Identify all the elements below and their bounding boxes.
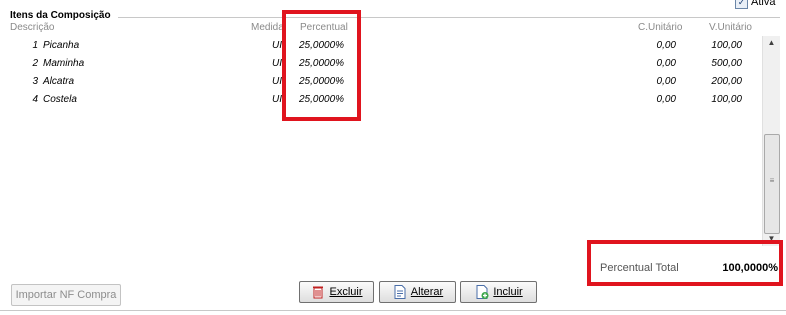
- row-c-unitario: 0,00: [656, 94, 676, 105]
- row-number: 1: [32, 40, 38, 51]
- row-number: 4: [32, 94, 38, 105]
- col-header-descricao[interactable]: Descrição: [10, 22, 54, 33]
- row-v-unitario: 200,00: [711, 76, 742, 87]
- row-descricao: Alcatra: [43, 76, 75, 87]
- importar-label: Importar NF Compra: [15, 289, 117, 301]
- row-c-unitario: 0,00: [656, 58, 676, 69]
- ativa-label: Ativa: [751, 0, 776, 8]
- alterar-button[interactable]: Alterar: [379, 281, 456, 303]
- document-edit-icon: [394, 285, 406, 299]
- row-descricao: Costela: [43, 94, 77, 105]
- composition-panel: Itens da Composição ✓ Ativa Descrição Me…: [0, 0, 786, 311]
- percentual-highlight-box: [282, 10, 361, 121]
- scrollbar-thumb[interactable]: ≡: [764, 134, 780, 234]
- percentual-total-value: 100,0000%: [722, 262, 778, 274]
- percentual-total-label: Percentual Total: [600, 262, 679, 274]
- row-descricao: Maminha: [43, 58, 85, 69]
- group-title: Itens da Composição: [10, 10, 115, 21]
- excluir-label: Excluir: [329, 286, 363, 298]
- row-number: 3: [32, 76, 38, 87]
- col-header-medida[interactable]: Medida: [251, 22, 284, 33]
- ativa-checkbox[interactable]: ✓ Ativa: [735, 0, 775, 9]
- incluir-label: Incluir: [493, 286, 523, 298]
- row-descricao: Picanha: [43, 40, 80, 51]
- col-header-c-unitario[interactable]: C.Unitário: [638, 22, 682, 33]
- row-c-unitario: 0,00: [656, 40, 676, 51]
- scroll-up-arrow-icon[interactable]: ▲: [763, 36, 780, 50]
- trash-icon: [313, 286, 324, 299]
- importar-nf-compra-button[interactable]: Importar NF Compra: [11, 284, 121, 306]
- vertical-scrollbar[interactable]: ▲ ≡ ▼: [762, 36, 780, 246]
- document-add-icon: [476, 285, 489, 299]
- col-header-v-unitario[interactable]: V.Unitário: [709, 22, 752, 33]
- grip-icon: ≡: [769, 176, 775, 185]
- row-v-unitario: 100,00: [711, 94, 742, 105]
- excluir-button[interactable]: Excluir: [299, 281, 374, 303]
- row-v-unitario: 100,00: [711, 40, 742, 51]
- alterar-label: Alterar: [410, 286, 444, 298]
- incluir-button[interactable]: Incluir: [460, 281, 537, 303]
- row-v-unitario: 500,00: [711, 58, 742, 69]
- checkbox-check-icon[interactable]: ✓: [735, 0, 748, 9]
- row-number: 2: [32, 58, 38, 69]
- group-divider: [118, 17, 780, 18]
- row-c-unitario: 0,00: [656, 76, 676, 87]
